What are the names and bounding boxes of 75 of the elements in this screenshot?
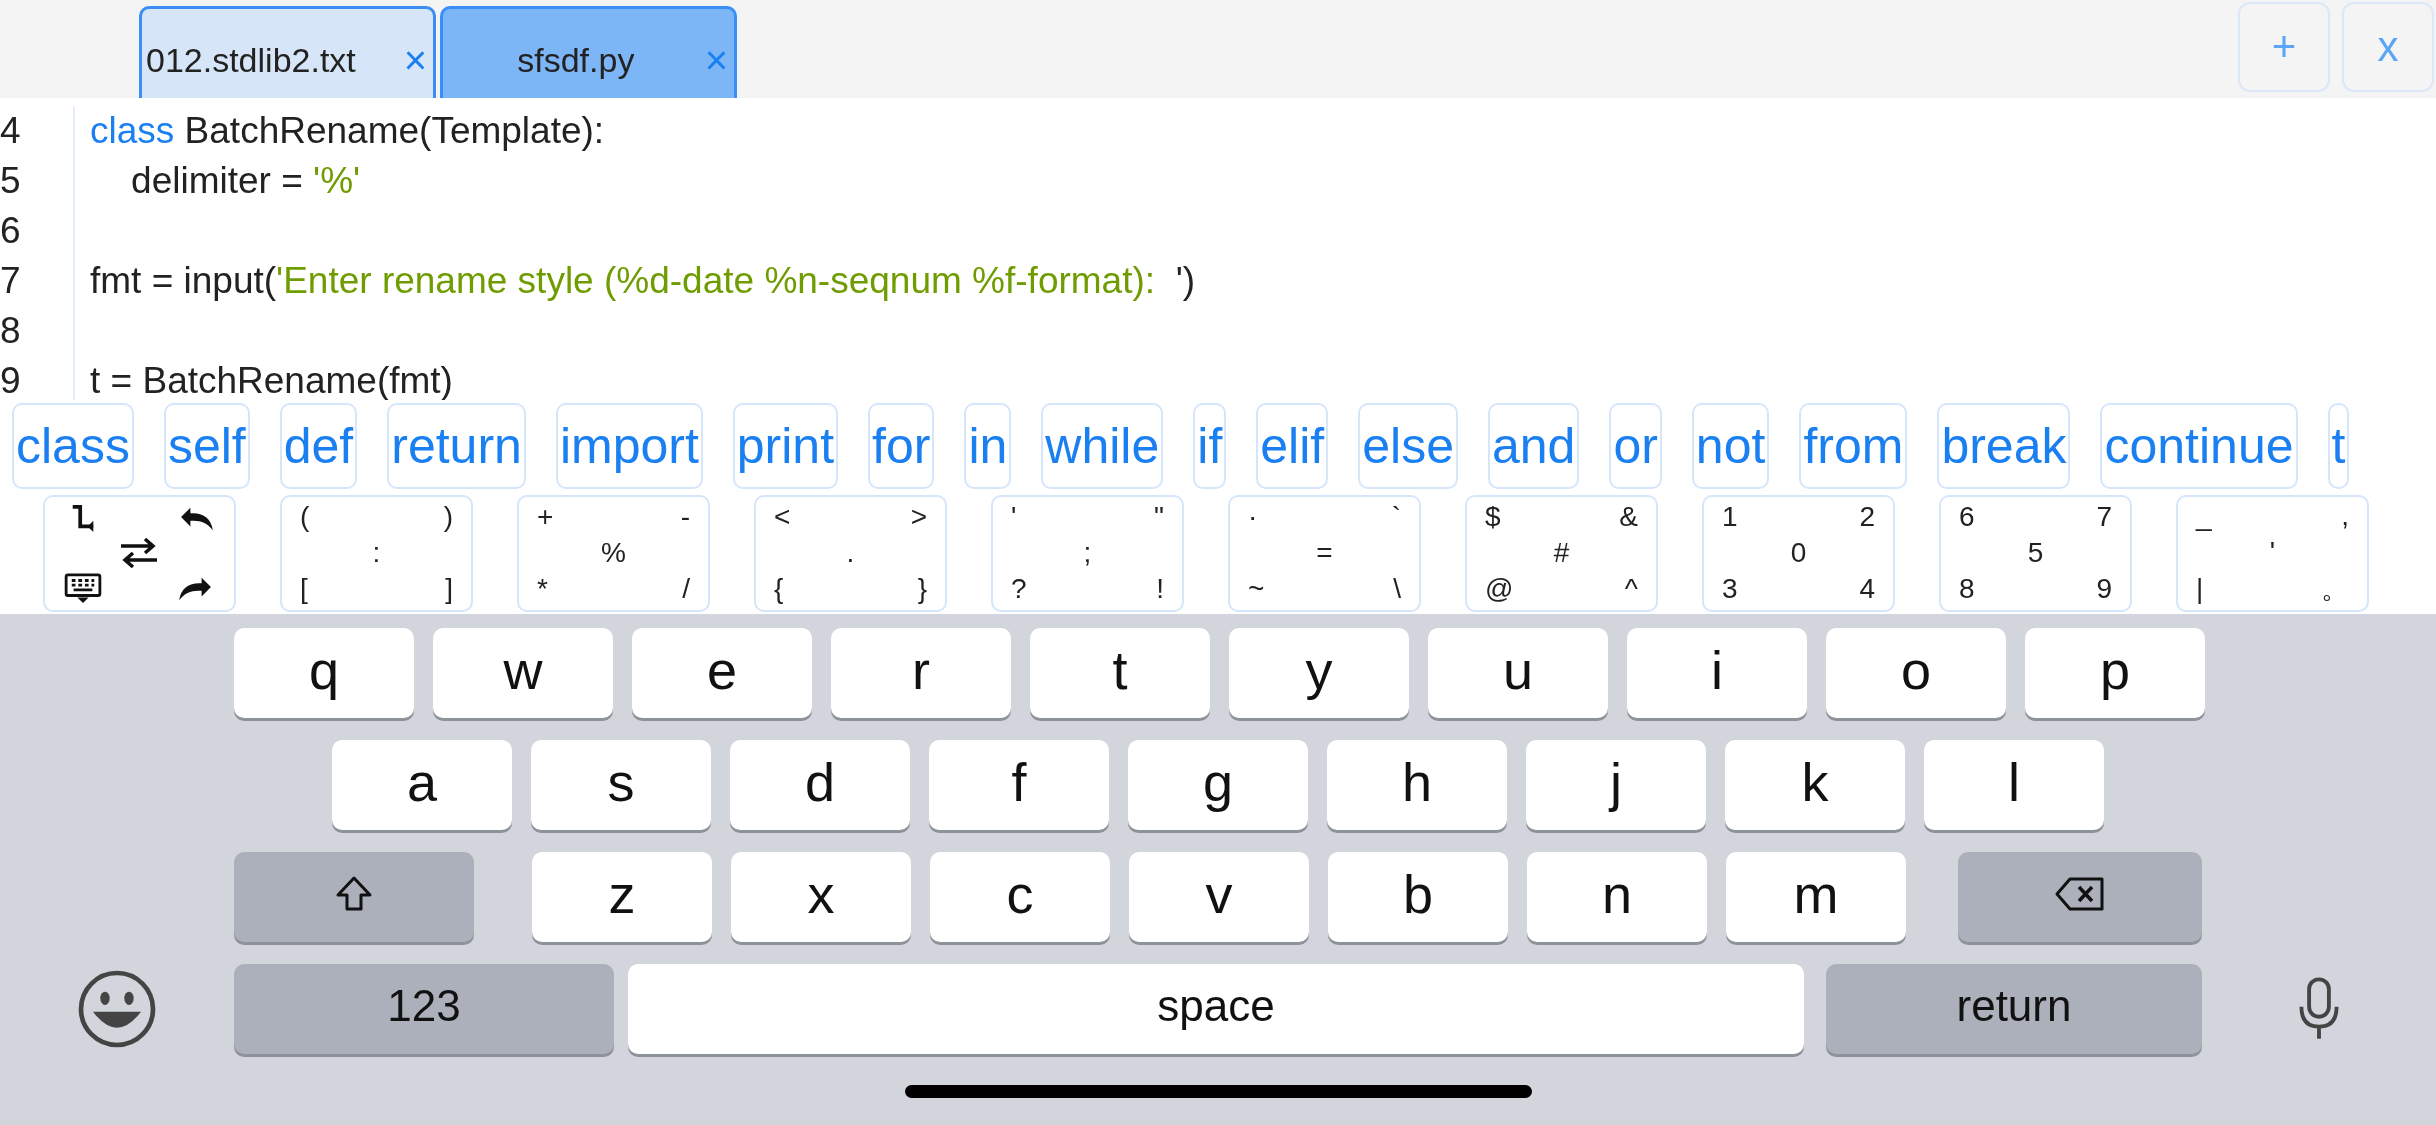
letter-key[interactable]: h xyxy=(1327,740,1507,830)
keyword-button[interactable]: def xyxy=(279,403,358,489)
emoji-icon[interactable] xyxy=(77,969,157,1049)
keyword-button[interactable]: return xyxy=(387,403,526,489)
code-line: delimiter = '%' xyxy=(130,160,361,202)
symbol-key[interactable]: ' " ; ? ! xyxy=(991,494,1184,612)
letter-key[interactable]: p xyxy=(2025,628,2205,718)
code-line: class BatchRename(Template): xyxy=(89,110,605,152)
letter-key[interactable]: l xyxy=(1924,740,2104,830)
letter-key[interactable]: q xyxy=(234,628,414,718)
keyword-button[interactable]: t xyxy=(2327,403,2350,489)
letter-key[interactable]: v xyxy=(1129,852,1309,942)
letter-key[interactable]: e xyxy=(632,628,812,718)
keyword-button[interactable]: print xyxy=(732,403,839,489)
letter-key[interactable]: s xyxy=(531,740,711,830)
symbol-key[interactable]: 1 2 0 3 4 xyxy=(1702,494,1895,612)
keyword-button[interactable]: import xyxy=(555,403,703,489)
delete-icon xyxy=(2054,876,2106,912)
symbol-key[interactable]: + - % * / xyxy=(517,494,710,612)
keyword-button[interactable]: and xyxy=(1487,403,1580,489)
letter-key[interactable]: z xyxy=(532,852,712,942)
keyword-button[interactable]: else xyxy=(1358,403,1458,489)
swap-icon[interactable] xyxy=(119,536,160,570)
symbol-key[interactable]: 6 7 5 8 9 xyxy=(1939,494,2132,612)
keyword-button[interactable]: or xyxy=(1609,403,1662,489)
keyword-button[interactable]: if xyxy=(1193,403,1227,489)
letter-key[interactable]: y xyxy=(1229,628,1409,718)
return-key[interactable]: return xyxy=(1826,964,2202,1054)
letter-key[interactable]: w xyxy=(433,628,613,718)
letter-key[interactable]: n xyxy=(1527,852,1707,942)
numbers-key[interactable]: 123 xyxy=(234,964,614,1054)
keyword-button[interactable]: break xyxy=(1937,403,2071,489)
keyword-button[interactable]: for xyxy=(868,403,935,489)
keyword-button[interactable]: while xyxy=(1041,403,1164,489)
symbol-key[interactable]: ( ) : [ ] xyxy=(280,494,473,612)
letter-key[interactable]: i xyxy=(1627,628,1807,718)
edit-tools-key[interactable] xyxy=(43,494,236,612)
letter-key[interactable]: j xyxy=(1526,740,1706,830)
letter-key[interactable]: a xyxy=(332,740,512,830)
keyword-button[interactable]: class xyxy=(12,403,134,489)
letter-key[interactable]: x xyxy=(731,852,911,942)
letter-key[interactable]: c xyxy=(930,852,1110,942)
letter-key[interactable]: r xyxy=(831,628,1011,718)
shift-icon xyxy=(334,874,374,914)
letter-key[interactable]: g xyxy=(1128,740,1308,830)
letter-key[interactable]: u xyxy=(1428,628,1608,718)
line-number: 9 xyxy=(0,360,22,400)
letter-key[interactable]: f xyxy=(929,740,1109,830)
symbol-key[interactable]: < > . { } xyxy=(754,494,947,612)
letter-key[interactable]: k xyxy=(1725,740,1905,830)
keyword-button[interactable]: in xyxy=(964,403,1012,489)
code-line: fmt = input('Enter rename style (%d-date %n-seqnum %f-format): ') xyxy=(89,260,1195,302)
letter-key[interactable]: b xyxy=(1328,852,1508,942)
keyword-button[interactable]: from xyxy=(1799,403,1908,489)
letter-key[interactable]: t xyxy=(1030,628,1210,718)
keyword-button[interactable]: elif xyxy=(1256,403,1329,489)
letter-key[interactable]: m xyxy=(1726,852,1906,942)
line-number: 6 xyxy=(0,210,22,252)
line-number: 5 xyxy=(0,160,22,202)
letter-key[interactable]: o xyxy=(1826,628,2006,718)
symbol-key[interactable]: _ , ' | 。 xyxy=(2176,494,2369,612)
letter-key[interactable]: d xyxy=(730,740,910,830)
line-number: 8 xyxy=(0,310,22,352)
keyword-button[interactable]: not xyxy=(1691,403,1770,489)
space-key[interactable]: space xyxy=(628,964,1804,1054)
line-number: 4 xyxy=(0,110,22,152)
symbol-key[interactable]: $ & # @ ^ xyxy=(1465,494,1658,612)
line-number: 7 xyxy=(0,260,22,302)
keyword-button[interactable]: continue xyxy=(2100,403,2298,489)
delete-key[interactable] xyxy=(1958,852,2202,942)
file-tab[interactable]: sfsdf.py × xyxy=(440,6,737,98)
keyword-button[interactable]: self xyxy=(163,403,250,489)
file-tab[interactable]: 012.stdlib2.txt × xyxy=(139,6,436,98)
symbol-key[interactable]: · ` = ~ \ xyxy=(1228,494,1421,612)
keyboard-hide-icon[interactable] xyxy=(64,573,103,603)
